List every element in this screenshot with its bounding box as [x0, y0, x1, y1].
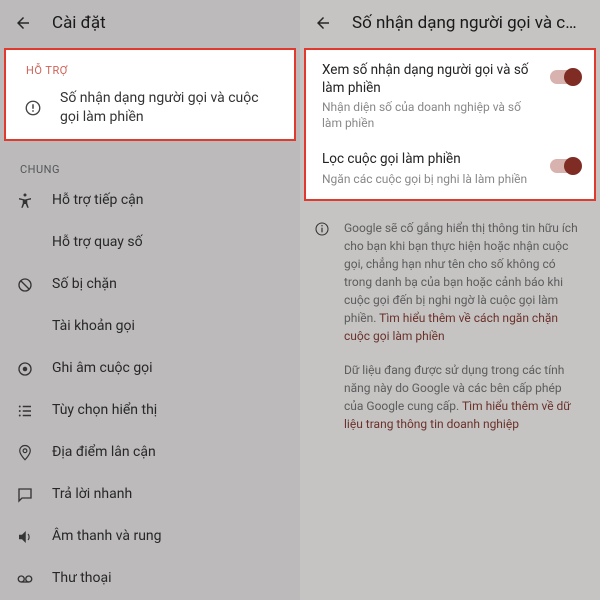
nearby-label: Địa điểm lân cận	[52, 443, 156, 462]
toggle2-switch[interactable]	[550, 159, 580, 173]
accounts-label: Tài khoản gọi	[52, 317, 135, 336]
voicemail-icon	[14, 570, 36, 588]
general-label: CHUNG	[0, 145, 300, 180]
blocked-label: Số bị chặn	[52, 275, 117, 294]
chat-icon	[14, 486, 36, 504]
info-icon	[314, 221, 330, 241]
toggle2-title: Lọc cuộc gọi làm phiền	[322, 151, 540, 169]
back-arrow-icon[interactable]	[314, 14, 332, 32]
record-label: Ghi âm cuộc gọi	[52, 359, 153, 378]
sound-row[interactable]: Âm thanh và rung	[0, 516, 300, 558]
nearby-row[interactable]: Địa điểm lân cận	[0, 432, 300, 474]
support-section-highlight: HỖ TRỢ Số nhận dạng người gọi và cuộc gọ…	[4, 48, 296, 141]
display-label: Tùy chọn hiển thị	[52, 401, 157, 420]
caller-id-spam-label: Số nhận dạng người gọi và cuộc gọi làm p…	[60, 89, 278, 127]
accessibility-row[interactable]: Hỗ trợ tiếp cận	[0, 180, 300, 222]
sound-label: Âm thanh và rung	[52, 527, 162, 546]
filter-spam-toggle-row[interactable]: Lọc cuộc gọi làm phiền Ngăn các cuộc gọi…	[308, 141, 592, 197]
volume-icon	[14, 528, 36, 546]
detail-title: Số nhận dạng người gọi và cuộ...	[352, 13, 582, 33]
block-icon	[14, 276, 36, 294]
display-row[interactable]: Tùy chọn hiển thị	[0, 390, 300, 432]
back-arrow-icon[interactable]	[14, 14, 32, 32]
list-icon	[14, 402, 36, 420]
dialpad-row[interactable]: Hỗ trợ quay số	[0, 222, 300, 264]
toggle2-sub: Ngăn các cuộc gọi bị nghi là làm phiền	[322, 171, 540, 187]
toggle1-title: Xem số nhận dạng người gọi và số làm phi…	[322, 62, 540, 97]
accessibility-icon	[14, 192, 36, 210]
voicemail-row[interactable]: Thư thoại	[0, 558, 300, 600]
toggle1-sub: Nhận diện số của doanh nghiệp và số làm …	[322, 99, 540, 131]
accounts-row[interactable]: Tài khoản gọi	[0, 306, 300, 348]
settings-header: Cài đặt	[0, 0, 300, 46]
see-caller-id-toggle-row[interactable]: Xem số nhận dạng người gọi và số làm phi…	[308, 52, 592, 141]
toggles-highlight: Xem số nhận dạng người gọi và số làm phi…	[304, 48, 596, 201]
support-label: HỖ TRỢ	[12, 54, 288, 81]
info1-text: Google sẽ cố gắng hiển thị thông tin hữu…	[344, 221, 578, 325]
dialpad-label: Hỗ trợ quay số	[52, 233, 143, 252]
accessibility-label: Hỗ trợ tiếp cận	[52, 191, 144, 210]
info-block-2: Dữ liệu đang được sử dụng trong các tính…	[300, 353, 600, 441]
quickreply-label: Trả lời nhanh	[52, 485, 132, 504]
toggle1-switch[interactable]	[550, 70, 580, 84]
detail-header: Số nhận dạng người gọi và cuộ...	[300, 0, 600, 46]
location-icon	[14, 444, 36, 462]
record-row[interactable]: Ghi âm cuộc gọi	[0, 348, 300, 390]
info-block-1: Google sẽ cố gắng hiển thị thông tin hữu…	[300, 207, 600, 353]
blocked-row[interactable]: Số bị chặn	[0, 264, 300, 306]
voicemail-label: Thư thoại	[52, 569, 112, 588]
caller-id-spam-row[interactable]: Số nhận dạng người gọi và cuộc gọi làm p…	[12, 81, 288, 135]
alert-icon	[22, 99, 44, 117]
record-icon	[14, 360, 36, 378]
page-title: Cài đặt	[52, 13, 106, 33]
quickreply-row[interactable]: Trả lời nhanh	[0, 474, 300, 516]
